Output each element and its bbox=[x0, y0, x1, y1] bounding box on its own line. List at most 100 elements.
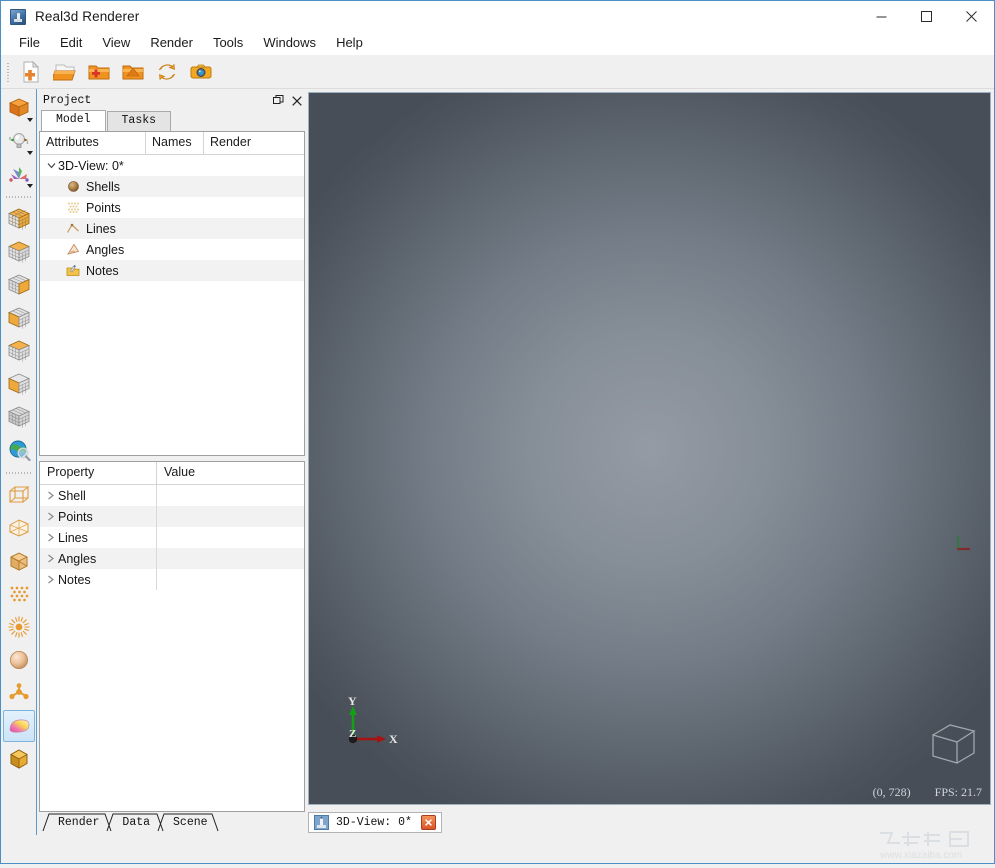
toolbar-grip[interactable] bbox=[5, 60, 12, 83]
menu-item-help[interactable]: Help bbox=[327, 33, 372, 53]
filled-box-icon[interactable] bbox=[3, 545, 35, 577]
property-row-points[interactable]: Points bbox=[40, 506, 304, 527]
grid-cube-gray-icon[interactable] bbox=[3, 401, 35, 433]
property-row-shell[interactable]: Shell bbox=[40, 485, 304, 506]
sphere-icon bbox=[64, 180, 82, 193]
chevron-down-icon bbox=[26, 151, 33, 155]
column-attributes[interactable]: Attributes bbox=[40, 132, 146, 154]
tab-render[interactable]: Render bbox=[42, 813, 112, 832]
svg-text:Y: Y bbox=[348, 697, 357, 708]
new-document-icon[interactable] bbox=[15, 57, 47, 87]
solid-cube-icon[interactable] bbox=[3, 92, 35, 124]
svg-text:z: z bbox=[26, 140, 28, 145]
color-palette-icon[interactable] bbox=[2, 710, 35, 742]
tree-item-label: Points bbox=[86, 200, 121, 215]
float-panel-button[interactable] bbox=[272, 95, 284, 107]
property-value[interactable] bbox=[157, 569, 304, 590]
chevron-right-icon[interactable] bbox=[40, 575, 58, 584]
document-tab-label: 3D-View: 0* bbox=[336, 815, 412, 829]
property-name: Angles bbox=[58, 551, 97, 566]
points-grid-icon bbox=[64, 201, 82, 214]
column-property[interactable]: Property bbox=[40, 462, 157, 484]
project-bottom-tabs: Render Data Scene bbox=[39, 813, 305, 833]
property-row-lines[interactable]: Lines bbox=[40, 527, 304, 548]
grid-cube-bottom-icon[interactable] bbox=[3, 335, 35, 367]
refresh-icon[interactable] bbox=[151, 57, 183, 87]
column-render[interactable]: Render bbox=[204, 132, 304, 154]
protractor-icon bbox=[64, 243, 82, 256]
property-value[interactable] bbox=[157, 506, 304, 527]
menu-bar: File Edit View Render Tools Windows Help bbox=[1, 32, 994, 55]
menu-item-tools[interactable]: Tools bbox=[204, 33, 252, 53]
property-value[interactable] bbox=[157, 548, 304, 569]
chevron-right-icon[interactable] bbox=[40, 554, 58, 563]
chevron-right-icon[interactable] bbox=[40, 491, 58, 500]
tab-data[interactable]: Data bbox=[106, 813, 164, 832]
doc-3dview-icon bbox=[314, 814, 329, 830]
render-viewport[interactable]: Y X Z (0, 728) FPS: 21.7 bbox=[308, 92, 991, 805]
tree-root-3dview[interactable]: 3D-View: 0* bbox=[40, 155, 304, 176]
menu-item-file[interactable]: File bbox=[10, 33, 49, 53]
tab-scene-label: Scene bbox=[173, 816, 208, 829]
close-button[interactable] bbox=[949, 1, 994, 32]
property-name: Notes bbox=[58, 572, 91, 587]
toolbar-separator bbox=[5, 193, 32, 200]
grid-cube-slice-icon[interactable] bbox=[3, 368, 35, 400]
document-tab-3dview[interactable]: 3D-View: 0* bbox=[308, 811, 442, 833]
axes-icon[interactable] bbox=[3, 158, 35, 190]
chevron-right-icon[interactable] bbox=[40, 512, 58, 521]
gold-cube-icon[interactable] bbox=[3, 743, 35, 775]
property-row-notes[interactable]: Notes bbox=[40, 569, 304, 590]
grid-cube-right-icon[interactable] bbox=[3, 269, 35, 301]
camera-icon[interactable] bbox=[185, 57, 217, 87]
left-tool-palette: y z bbox=[1, 89, 37, 835]
tab-scene[interactable]: Scene bbox=[157, 813, 221, 832]
sphere-icon[interactable] bbox=[3, 644, 35, 676]
tree-item-points[interactable]: Points bbox=[40, 197, 304, 218]
grid-cube-left-icon[interactable] bbox=[3, 302, 35, 334]
property-row-angles[interactable]: Angles bbox=[40, 548, 304, 569]
open-document-icon[interactable] bbox=[49, 57, 81, 87]
chevron-down-icon[interactable] bbox=[44, 161, 58, 170]
tree-item-label: Lines bbox=[86, 221, 116, 236]
menu-item-view[interactable]: View bbox=[93, 33, 139, 53]
view-cube-widget[interactable] bbox=[924, 715, 980, 776]
maximize-button[interactable] bbox=[904, 1, 949, 32]
point-cloud-icon[interactable] bbox=[3, 578, 35, 610]
axis-gizmo[interactable]: Y X Z bbox=[339, 694, 401, 754]
tab-model[interactable]: Model bbox=[41, 110, 106, 132]
hull-box-icon[interactable] bbox=[3, 512, 35, 544]
grid-cube-top-icon[interactable] bbox=[3, 236, 35, 268]
molecule-icon[interactable] bbox=[3, 677, 35, 709]
tree-item-shells[interactable]: Shells bbox=[40, 176, 304, 197]
add-folder-icon[interactable] bbox=[83, 57, 115, 87]
watermark-text: www.xiazaiba.com bbox=[879, 850, 962, 861]
close-panel-button[interactable] bbox=[291, 95, 303, 107]
property-name: Shell bbox=[58, 488, 86, 503]
title-bar: Real3d Renderer bbox=[1, 1, 994, 32]
toolbar-separator bbox=[5, 469, 32, 476]
tree-item-lines[interactable]: Lines bbox=[40, 218, 304, 239]
column-value[interactable]: Value bbox=[157, 462, 304, 484]
property-value[interactable] bbox=[157, 485, 304, 506]
minimize-button[interactable] bbox=[859, 1, 904, 32]
chevron-right-icon[interactable] bbox=[40, 533, 58, 542]
property-value[interactable] bbox=[157, 527, 304, 548]
light-bulb-icon[interactable]: y z bbox=[3, 125, 35, 157]
tree-item-angles[interactable]: Angles bbox=[40, 239, 304, 260]
tree-item-notes[interactable]: Notes bbox=[40, 260, 304, 281]
property-name: Points bbox=[58, 509, 93, 524]
column-names[interactable]: Names bbox=[146, 132, 204, 154]
import-folder-icon[interactable] bbox=[117, 57, 149, 87]
document-tab-close-icon[interactable] bbox=[420, 814, 436, 830]
menu-item-edit[interactable]: Edit bbox=[51, 33, 91, 53]
globe-search-icon[interactable] bbox=[3, 434, 35, 466]
burst-icon[interactable] bbox=[3, 611, 35, 643]
viewport-column: Y X Z (0, 728) FPS: 21.7 3D-View: 0* bbox=[307, 89, 994, 835]
grid-cube-full-icon[interactable] bbox=[3, 203, 35, 235]
tab-tasks[interactable]: Tasks bbox=[106, 111, 172, 131]
menu-item-render[interactable]: Render bbox=[141, 33, 202, 53]
notes-folder-icon bbox=[64, 264, 82, 277]
wireframe-box-icon[interactable] bbox=[3, 479, 35, 511]
menu-item-windows[interactable]: Windows bbox=[254, 33, 325, 53]
